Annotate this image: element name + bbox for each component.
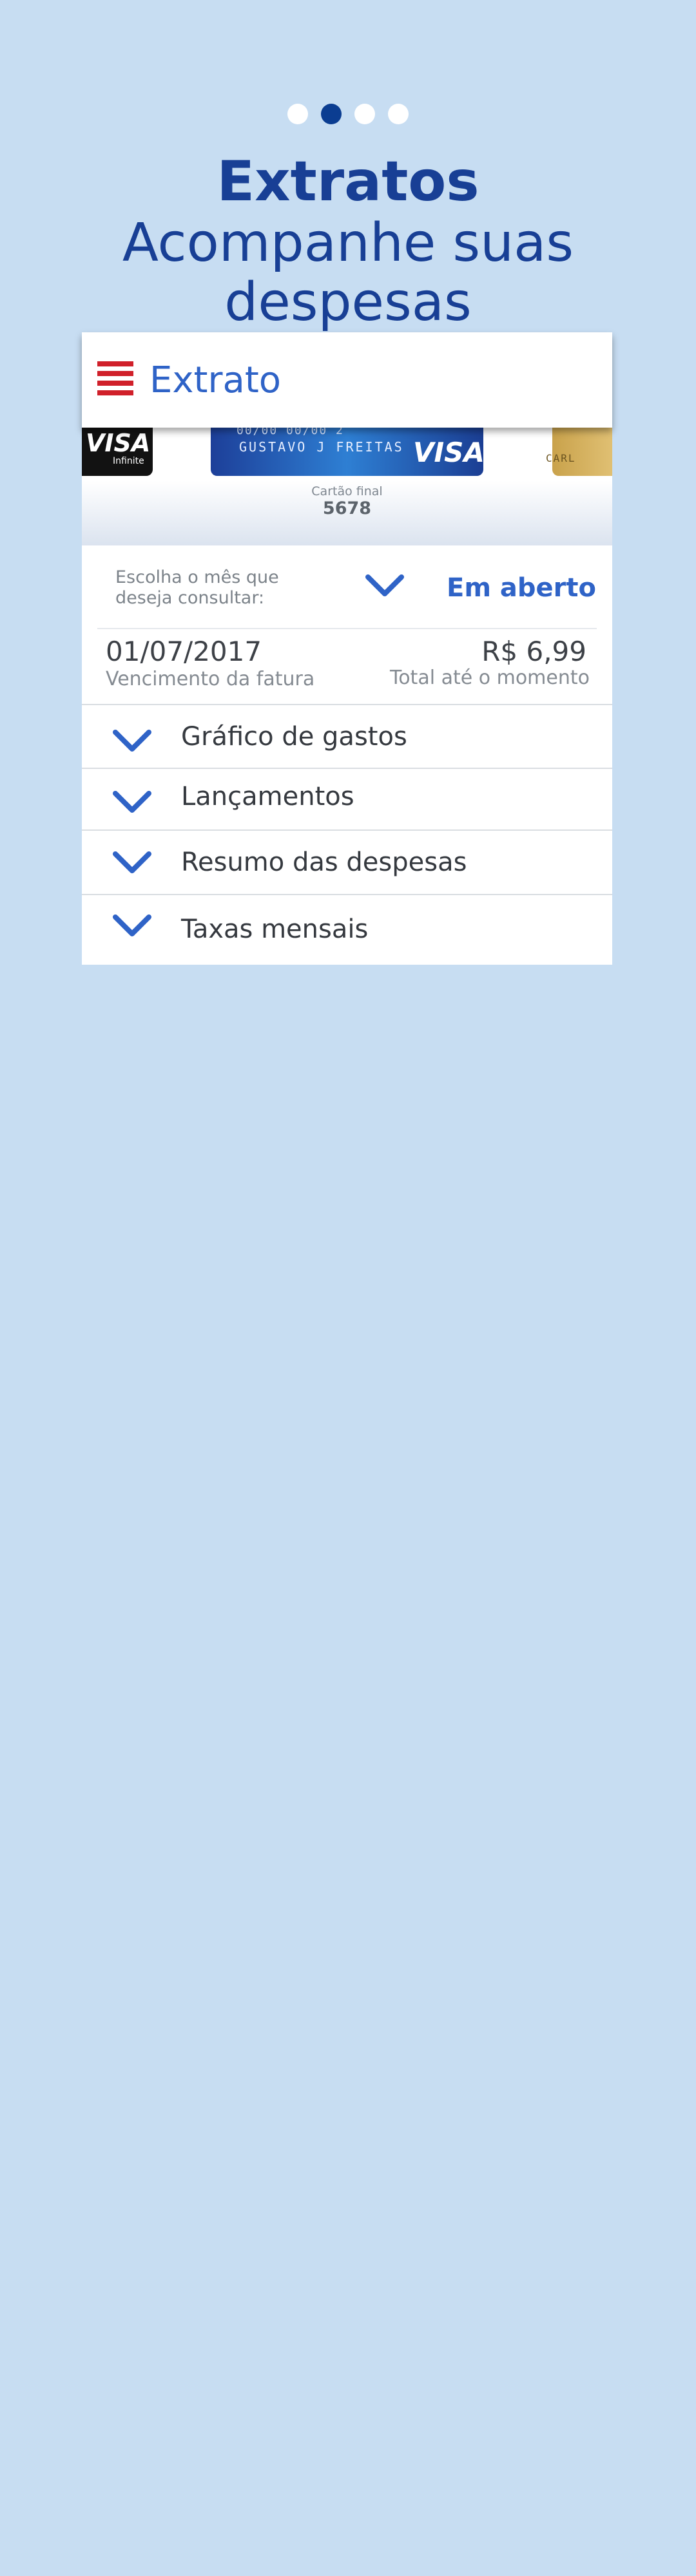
page-dot-3[interactable] — [354, 104, 375, 124]
card-number: 00/00 00/00 2 — [237, 428, 344, 437]
section-label: Lançamentos — [181, 782, 354, 811]
page-dot-4[interactable] — [388, 104, 409, 124]
chevron-down-icon[interactable] — [365, 574, 404, 598]
card-selected[interactable]: 00/00 00/00 2 GUSTAVO J FREITAS VISA — [211, 428, 485, 476]
visa-logo: VISA — [86, 429, 151, 457]
section-label: Gráfico de gastos — [181, 722, 407, 752]
card-visa-infinite[interactable]: VISA Infinite — [82, 428, 153, 476]
hero-title: Extratos — [217, 149, 479, 214]
section-expense-summary[interactable]: Resumo das despesas — [82, 829, 612, 895]
card-caption: Cartão final — [311, 484, 383, 498]
chevron-down-icon — [113, 730, 151, 753]
section-monthly-fees[interactable]: Taxas mensais — [82, 894, 612, 965]
section-spending-chart[interactable]: Gráfico de gastos — [82, 704, 612, 769]
visa-logo: VISA — [413, 437, 485, 468]
chevron-down-icon — [113, 851, 151, 875]
section-label: Taxas mensais — [181, 914, 369, 944]
month-selector[interactable]: Escolha o mês que deseja consultar: Em a… — [82, 545, 612, 629]
due-date: 01/07/2017 — [106, 636, 262, 667]
chevron-down-icon — [113, 791, 151, 814]
card-gold[interactable]: CARL — [546, 428, 612, 476]
hero-header: Extratos Acompanhe suas despesas — [0, 149, 696, 332]
app-screen: Extrato VISA Infinite 00/00 00/00 2 GUST… — [82, 332, 612, 965]
app-bar-title: Extrato — [150, 359, 282, 401]
card-tier-label: Infinite — [113, 456, 144, 466]
section-transactions[interactable]: Lançamentos — [82, 768, 612, 831]
page-dot-1[interactable] — [287, 104, 308, 124]
hero-subtitle-line2: despesas — [224, 272, 472, 333]
hamburger-menu-icon[interactable] — [97, 361, 133, 397]
invoice-summary: 01/07/2017 Vencimento da fatura R$ 6,99 … — [82, 629, 612, 704]
chevron-down-icon — [113, 914, 151, 938]
section-label: Resumo das despesas — [181, 848, 467, 877]
month-selector-value[interactable]: Em aberto — [447, 573, 596, 603]
due-date-label: Vencimento da fatura — [106, 668, 315, 690]
month-selector-label: Escolha o mês que deseja consultar: — [115, 567, 279, 608]
invoice-amount-label: Total até o momento — [389, 667, 590, 689]
card-holder-name: GUSTAVO J FREITAS — [239, 439, 404, 455]
pagination-dots — [0, 104, 696, 124]
card-holder-name: CARL — [546, 452, 576, 464]
hero-subtitle-line1: Acompanhe suas — [122, 213, 574, 274]
page-dot-2-active[interactable] — [321, 104, 342, 124]
card-carousel[interactable]: VISA Infinite 00/00 00/00 2 GUSTAVO J FR… — [82, 428, 612, 545]
invoice-amount: R$ 6,99 — [481, 636, 586, 667]
card-last-digits: 5678 — [322, 498, 372, 518]
app-bar: Extrato — [82, 332, 612, 428]
